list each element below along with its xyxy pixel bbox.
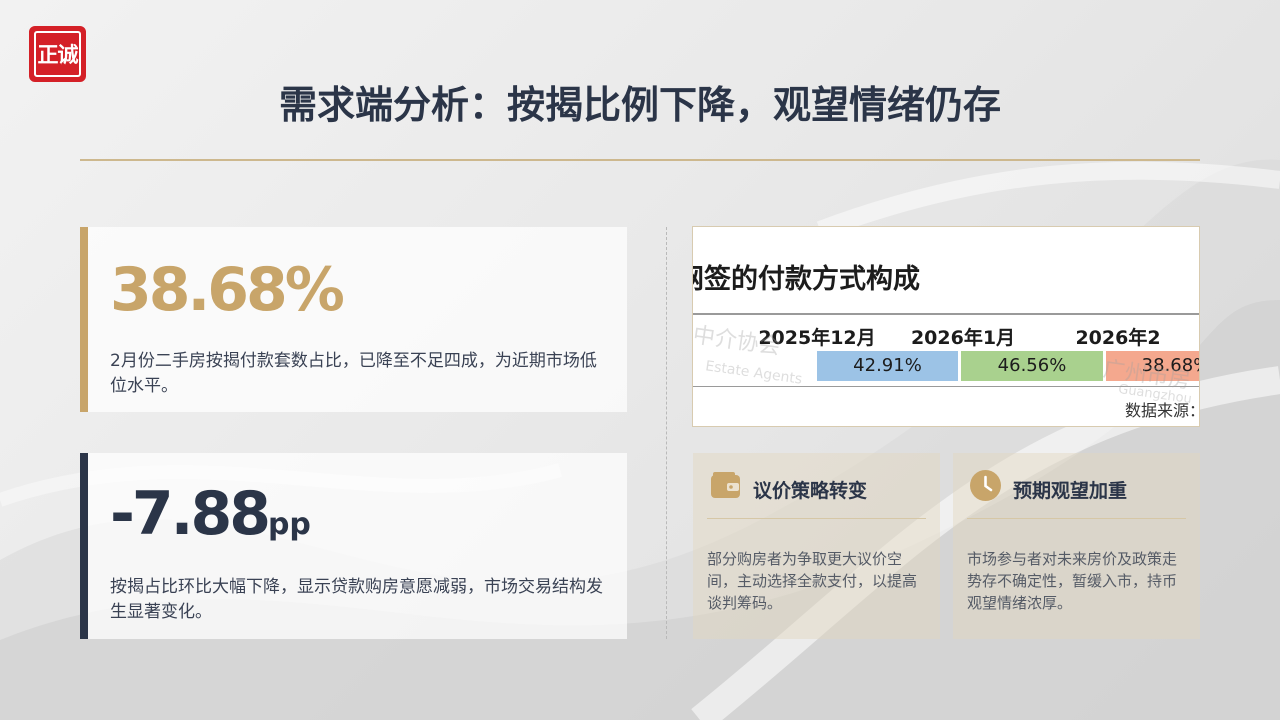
watermark-text: Estate Agents — [704, 358, 804, 388]
stat-description: 按揭占比环比大幅下降，显示贷款购房意愿减弱，市场交易结构发生显著变化。 — [110, 577, 603, 622]
table-column-header: 2026年1月 — [910, 327, 1016, 349]
table-column-header: 2026年2 — [1075, 327, 1161, 349]
table-title: 网签的付款方式构成 — [692, 264, 920, 295]
info-card-description: 部分购房者为争取更大议价空间，主动选择全款支付，以提高谈判筹码。 — [707, 550, 918, 612]
table-cell: 42.91% — [817, 351, 958, 381]
stat-description: 2月份二手房按揭付款套数占比，已降至不足四成，为近期市场低位水平。 — [110, 351, 597, 396]
stat-value: 38.68% — [110, 255, 345, 325]
clock-icon — [970, 470, 1001, 501]
logo-text: 正诚 — [34, 31, 81, 77]
info-card-divider — [967, 518, 1186, 519]
info-card-wait-and-see: 预期观望加重 市场参与者对未来房价及政策走势存不确定性，暂缓入市，持币观望情绪浓… — [953, 453, 1200, 639]
vertical-divider — [666, 227, 667, 639]
page-title: 需求端分析：按揭比例下降，观望情绪仍存 — [278, 83, 1001, 127]
payment-structure-table-image: 网签的付款方式构成 2025年12月 2026年1月 2026年2 42.91%… — [692, 226, 1200, 427]
stat-card-mom-change: -7.88pp 按揭占比环比大幅下降，显示贷款购房意愿减弱，市场交易结构发生显著… — [80, 453, 627, 639]
info-card-title: 议价策略转变 — [753, 480, 868, 502]
info-card-title: 预期观望加重 — [1013, 480, 1128, 502]
info-card-divider — [707, 518, 926, 519]
title-divider — [80, 159, 1200, 161]
info-card-bargaining: 议价策略转变 部分购房者为争取更大议价空间，主动选择全款支付，以提高谈判筹码。 — [693, 453, 940, 639]
stat-value: -7.88pp — [110, 479, 311, 549]
info-card-description: 市场参与者对未来房价及政策走势存不确定性，暂缓入市，持币观望情绪浓厚。 — [967, 550, 1178, 612]
wallet-icon — [711, 472, 740, 498]
table-source: 数据来源： — [1125, 401, 1200, 420]
stat-card-mortgage-share: 38.68% 2月份二手房按揭付款套数占比，已降至不足四成，为近期市场低位水平。 — [80, 227, 627, 412]
table-rule — [693, 313, 1199, 315]
table-cell: 46.56% — [961, 351, 1103, 381]
